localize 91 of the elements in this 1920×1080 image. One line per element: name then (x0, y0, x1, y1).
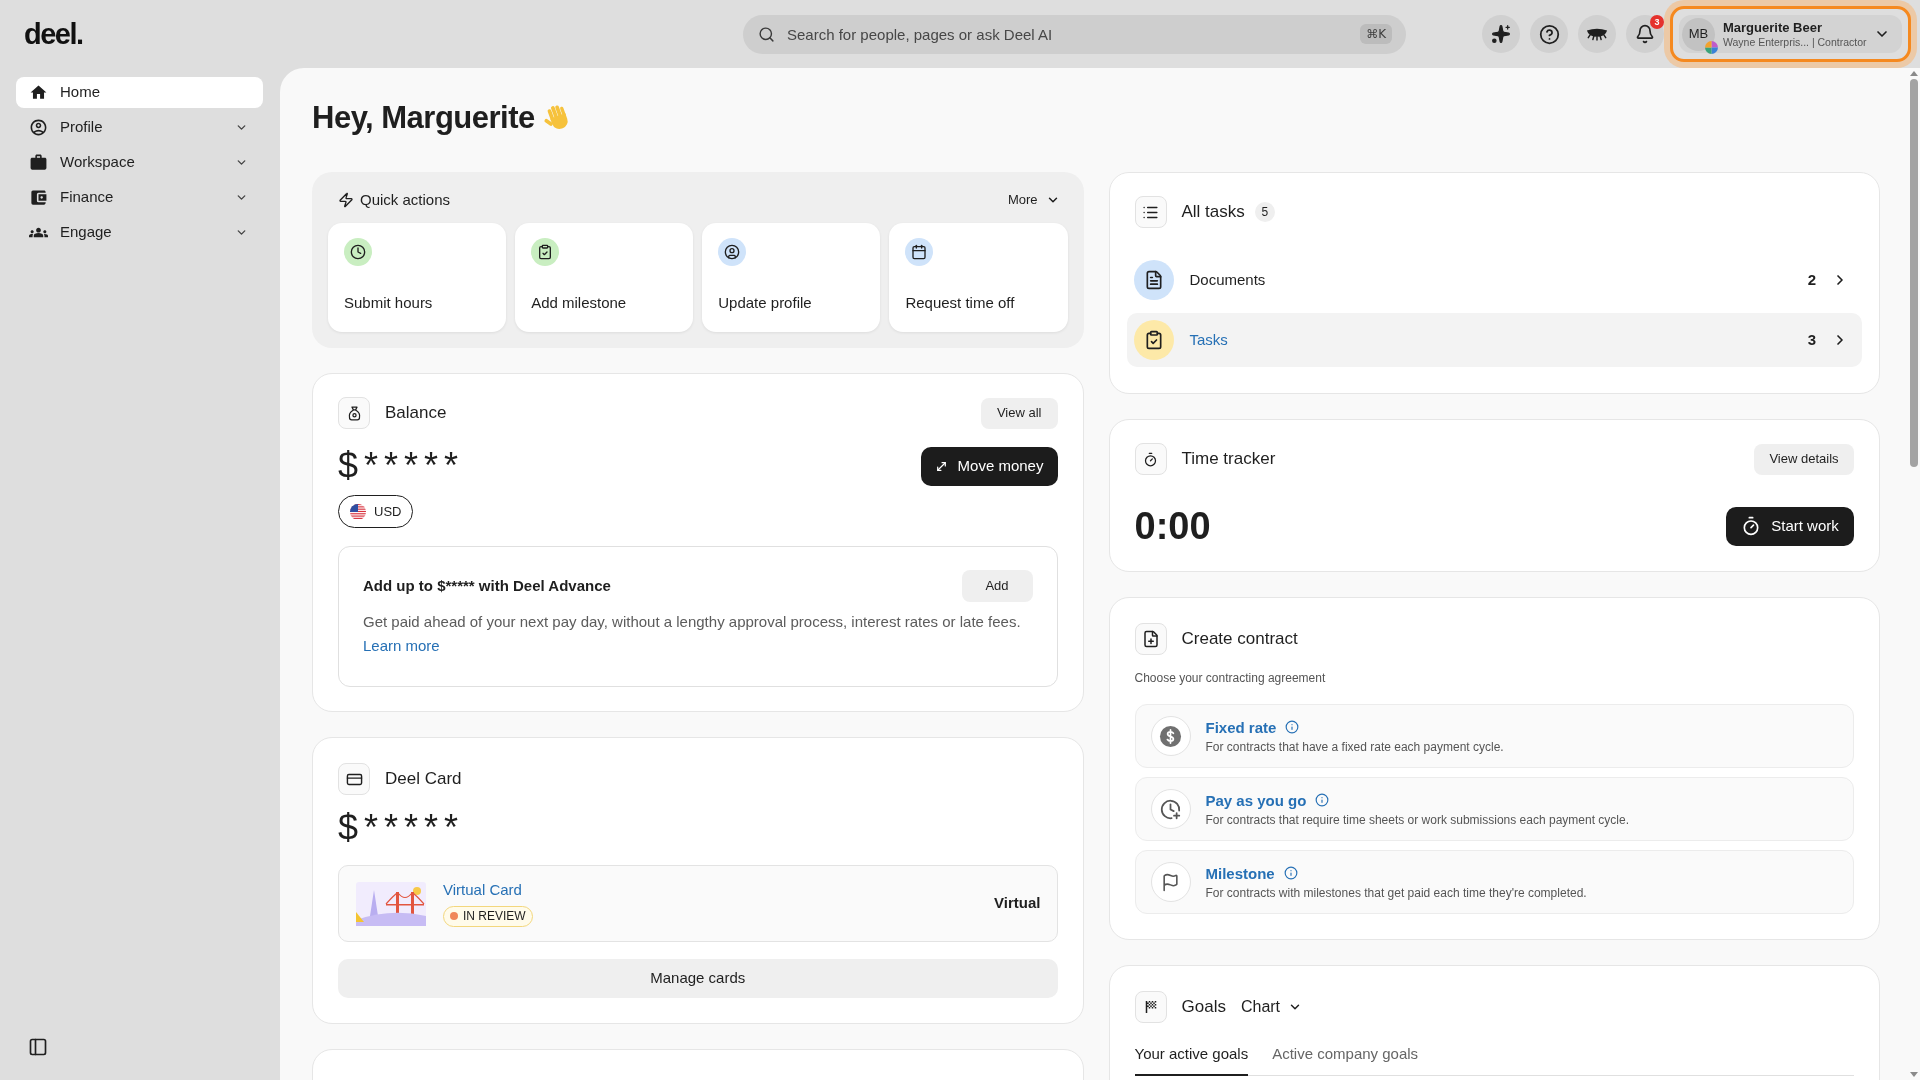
money-bag-icon (338, 397, 370, 429)
contract-option[interactable]: Milestone For contracts with milestones that get paid each time they're completed. (1134, 850, 1854, 914)
ai-assistant-button[interactable] (1482, 15, 1520, 53)
contract-option[interactable]: Fixed rate For contracts that have a fixed rate each payment cycle. (1134, 704, 1854, 768)
company-logo-icon (1705, 40, 1718, 54)
profile-menu-button[interactable]: MB Marguerite Beer Wayne Enterpris... | Contractor (1679, 15, 1902, 53)
quick-action-card[interactable]: Submit hours (328, 223, 507, 332)
task-row[interactable]: Tasks 3 (1126, 313, 1862, 367)
card-balance-amount: $***** (338, 807, 465, 848)
closed-eye-icon (1586, 27, 1608, 41)
sidebar-item[interactable]: Home (16, 77, 263, 108)
sparkles-icon (1491, 24, 1511, 44)
task-count: 5 (1254, 202, 1275, 222)
us-flag-icon (350, 503, 366, 520)
start-work-button[interactable]: Start work (1726, 506, 1854, 546)
option-description: For contracts that have a fixed rate each payment cycle. (1205, 738, 1504, 755)
card-type: Virtual (994, 893, 1041, 914)
option-description: For contracts with milestones that get paid each time they're completed. (1205, 884, 1587, 901)
move-money-button[interactable]: Move money (920, 446, 1058, 486)
view-dropdown[interactable]: Chart (1240, 995, 1303, 1019)
task-row-count: 2 (1807, 269, 1816, 290)
sidebar-item[interactable]: Finance (16, 182, 263, 213)
timer-display: 0:00 (1134, 506, 1211, 546)
add-button[interactable]: Add (961, 570, 1033, 602)
profile-subtitle: Wayne Enterpris... | Contractor (1723, 35, 1867, 49)
list-icon (1134, 196, 1167, 228)
document-plus-icon (1134, 623, 1167, 655)
notification-count: 3 (1650, 15, 1664, 29)
goals-tab[interactable]: Active company goals (1272, 1044, 1419, 1076)
card-title: All tasks (1181, 201, 1245, 224)
briefcase-icon (29, 153, 48, 172)
card-subtitle: Choose your contracting agreement (1134, 670, 1327, 686)
card-title: Goals (1181, 996, 1226, 1019)
checkered-flag-icon (1134, 991, 1167, 1023)
help-icon (1538, 23, 1560, 45)
sidebar-item[interactable]: Profile (16, 112, 263, 143)
profile-name: Marguerite Beer (1723, 19, 1822, 36)
view-all-button[interactable]: View all (980, 397, 1058, 429)
notifications-button[interactable]: 3 (1626, 15, 1664, 53)
clock-plus-icon (1150, 789, 1191, 829)
greeting-heading: Hey, Marguerite (312, 99, 535, 137)
balance-amount: $***** (338, 446, 465, 486)
option-title: Milestone (1205, 863, 1275, 883)
more-button[interactable]: More (1007, 190, 1060, 210)
info-icon (1283, 866, 1298, 880)
deel-logo[interactable]: deel. (24, 17, 83, 51)
lightning-icon (338, 192, 354, 208)
task-row[interactable]: Documents 2 (1126, 253, 1862, 307)
option-description: For contracts that require time sheets or work submissions each payment cycle. (1205, 811, 1629, 828)
goals-tab[interactable]: Your active goals (1134, 1044, 1249, 1076)
scroll-down-arrow-icon (1910, 1072, 1918, 1077)
wallet-icon (29, 188, 48, 207)
scroll-up-arrow-icon (1910, 71, 1918, 76)
learn-more-link[interactable]: Learn more (363, 634, 440, 658)
contract-option[interactable]: Pay as you go For contracts that require time sheets or work submissions each payment cycle. (1134, 777, 1854, 841)
card-title: Deel Card (385, 768, 462, 791)
flag-icon (1150, 862, 1191, 902)
diagonal-arrows-icon (934, 459, 948, 473)
sidebar-item[interactable]: Workspace (16, 147, 263, 178)
home-icon (29, 83, 48, 102)
section-title: Quick actions (360, 189, 451, 210)
panel-left-icon (28, 1037, 48, 1057)
help-button[interactable] (1530, 15, 1568, 53)
card-title: Create contract (1181, 628, 1298, 651)
search-icon (758, 25, 775, 43)
quick-action-card[interactable]: Request time off (889, 223, 1068, 332)
advance-title: Add up to $***** with Deel Advance (363, 575, 611, 596)
scrollbar-thumb[interactable] (1910, 79, 1918, 467)
card-title: Balance (385, 402, 447, 425)
card-title: Time tracker (1181, 448, 1276, 471)
info-icon (1315, 793, 1330, 807)
stopwatch-icon (1134, 443, 1167, 475)
quick-action-card[interactable]: Update profile (702, 223, 881, 332)
sidebar-toggle-button[interactable] (28, 1037, 48, 1057)
option-title: Pay as you go (1205, 790, 1307, 810)
info-icon (1285, 720, 1300, 734)
manage-cards-button[interactable]: Manage cards (338, 959, 1058, 998)
option-title: Fixed rate (1205, 717, 1277, 737)
card-name-link[interactable]: Virtual Card (443, 880, 522, 899)
quick-action-card[interactable]: Add milestone (515, 223, 694, 332)
sidebar-item[interactable]: Engage (16, 217, 263, 248)
dollar-coin-icon (1150, 716, 1191, 756)
avatar-initials: MB (1682, 17, 1715, 51)
status-text: IN REVIEW (463, 908, 526, 925)
bell-icon (1635, 24, 1655, 44)
credit-card-icon (338, 763, 370, 795)
advance-description: Get paid ahead of your next pay day, without a lengthy approval process, interest rates or late fees. (363, 612, 1022, 632)
view-details-button[interactable]: View details (1754, 443, 1854, 475)
task-row-count: 3 (1807, 329, 1816, 350)
hide-amounts-button[interactable] (1578, 15, 1616, 53)
card-drawing (356, 881, 426, 926)
